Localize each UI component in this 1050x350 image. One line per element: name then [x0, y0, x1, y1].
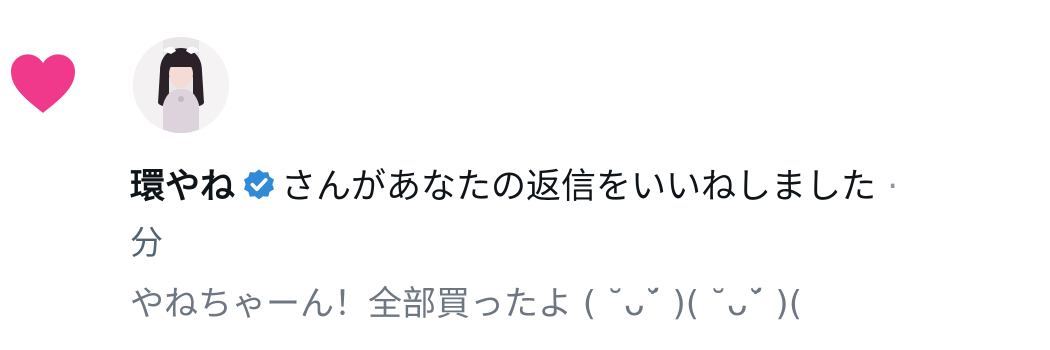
heart-icon: [11, 54, 75, 113]
user-display-name[interactable]: 環やね: [130, 167, 235, 207]
notification-headline: 環やね さんがあなたの返信をいいねしました ·: [130, 164, 1050, 210]
separator-dot: ·: [887, 167, 899, 207]
reply-preview-text[interactable]: やねちゃーん！全部買ったよ ( ˘ᴗ˘́ )( ˘ᴗ˘́ )(: [130, 281, 1050, 327]
avatar[interactable]: [133, 37, 229, 133]
verified-badge-icon: [244, 169, 275, 200]
timestamp[interactable]: 分: [130, 220, 163, 266]
notification-action-text: さんがあなたの返信をいいねしました: [281, 167, 877, 207]
like-notification[interactable]: 環やね さんがあなたの返信をいいねしました · 分 やねちゃーん！全部買ったよ …: [0, 0, 1050, 350]
